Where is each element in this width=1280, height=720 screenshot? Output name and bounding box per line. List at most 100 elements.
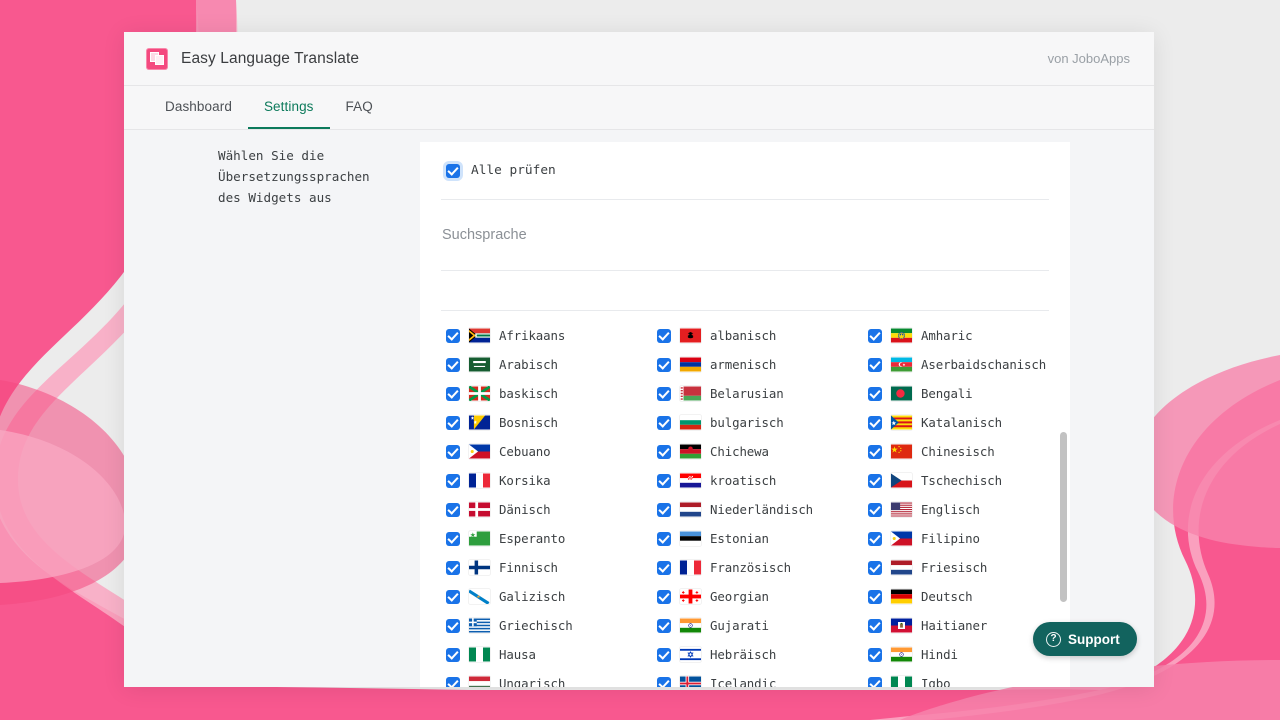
language-checkbox[interactable] <box>657 386 671 401</box>
language-item[interactable]: Friesisch <box>868 553 1049 582</box>
search-row[interactable] <box>441 200 1049 270</box>
language-item[interactable]: Arabisch <box>446 350 657 379</box>
language-checkbox[interactable] <box>657 444 671 459</box>
language-item[interactable]: Icelandic <box>657 669 868 687</box>
language-label: Englisch <box>921 502 980 517</box>
language-checkbox[interactable] <box>446 473 460 488</box>
language-checkbox[interactable] <box>868 473 882 488</box>
language-item[interactable]: Amharic <box>868 321 1049 350</box>
tab-settings[interactable]: Settings <box>247 86 330 129</box>
language-checkbox[interactable] <box>657 676 671 687</box>
search-language-input[interactable] <box>442 227 1049 243</box>
language-item[interactable]: albanisch <box>657 321 868 350</box>
scrollbar-thumb[interactable] <box>1060 432 1067 602</box>
language-checkbox[interactable] <box>657 589 671 604</box>
language-item[interactable]: Igbo <box>868 669 1049 687</box>
language-checkbox[interactable] <box>657 328 671 343</box>
language-checkbox[interactable] <box>657 531 671 546</box>
language-item[interactable]: Gujarati <box>657 611 868 640</box>
language-checkbox[interactable] <box>446 386 460 401</box>
language-checkbox[interactable] <box>446 618 460 633</box>
language-checkbox[interactable] <box>446 415 460 430</box>
language-checkbox[interactable] <box>446 589 460 604</box>
language-checkbox[interactable] <box>446 647 460 662</box>
language-checkbox[interactable] <box>446 357 460 372</box>
language-checkbox[interactable] <box>868 676 882 687</box>
language-checkbox[interactable] <box>657 357 671 372</box>
language-checkbox[interactable] <box>868 618 882 633</box>
language-checkbox[interactable] <box>868 647 882 662</box>
language-checkbox[interactable] <box>868 502 882 517</box>
language-item[interactable]: Finnisch <box>446 553 657 582</box>
language-checkbox[interactable] <box>657 647 671 662</box>
language-item[interactable]: Cebuano <box>446 437 657 466</box>
language-item[interactable]: armenisch <box>657 350 868 379</box>
language-item[interactable]: Esperanto <box>446 524 657 553</box>
language-checkbox[interactable] <box>446 502 460 517</box>
check-all-row[interactable]: Alle prüfen <box>441 142 1049 199</box>
flag-icon <box>469 386 490 401</box>
language-checkbox[interactable] <box>446 444 460 459</box>
language-item[interactable]: Bosnisch <box>446 408 657 437</box>
language-checkbox[interactable] <box>868 415 882 430</box>
tab-faq[interactable]: FAQ <box>330 86 389 129</box>
language-item[interactable]: Georgian <box>657 582 868 611</box>
app-header: Easy Language Translate von JoboApps <box>124 32 1154 86</box>
language-item[interactable]: kroatisch <box>657 466 868 495</box>
language-label: Cebuano <box>499 444 551 459</box>
language-item[interactable]: Afrikaans <box>446 321 657 350</box>
language-checkbox[interactable] <box>446 328 460 343</box>
language-checkbox[interactable] <box>868 328 882 343</box>
check-all-checkbox[interactable] <box>446 163 460 178</box>
language-item[interactable]: Französisch <box>657 553 868 582</box>
language-checkbox[interactable] <box>868 589 882 604</box>
language-item[interactable]: Galizisch <box>446 582 657 611</box>
language-checkbox[interactable] <box>657 502 671 517</box>
flag-icon <box>680 531 701 546</box>
language-checkbox[interactable] <box>868 386 882 401</box>
language-checkbox[interactable] <box>446 676 460 687</box>
scrollbar-track[interactable] <box>1057 142 1070 687</box>
language-item[interactable]: Hebräisch <box>657 640 868 669</box>
language-checkbox[interactable] <box>446 560 460 575</box>
language-checkbox[interactable] <box>868 444 882 459</box>
tab-dashboard[interactable]: Dashboard <box>146 86 248 129</box>
language-selection-card: Alle prüfen Afrikaans albanisch Amharic Ara… <box>420 142 1070 687</box>
language-item[interactable]: baskisch <box>446 379 657 408</box>
language-item[interactable]: Griechisch <box>446 611 657 640</box>
language-item[interactable]: Tschechisch <box>868 466 1049 495</box>
language-checkbox[interactable] <box>446 531 460 546</box>
language-label: Finnisch <box>499 560 558 575</box>
language-item[interactable]: bulgarisch <box>657 408 868 437</box>
language-item[interactable]: Chinesisch <box>868 437 1049 466</box>
support-button-label: Support <box>1068 631 1120 647</box>
language-item[interactable]: Niederländisch <box>657 495 868 524</box>
language-checkbox[interactable] <box>657 415 671 430</box>
language-item[interactable]: Hausa <box>446 640 657 669</box>
language-label: Hebräisch <box>710 647 777 662</box>
language-checkbox[interactable] <box>657 618 671 633</box>
language-checkbox[interactable] <box>868 531 882 546</box>
language-item[interactable]: Englisch <box>868 495 1049 524</box>
language-item[interactable]: Chichewa <box>657 437 868 466</box>
language-item[interactable]: Haitianer <box>868 611 1049 640</box>
flag-icon <box>891 647 912 662</box>
language-item[interactable]: Korsika <box>446 466 657 495</box>
tab-bar: Dashboard Settings FAQ <box>124 86 1154 130</box>
language-checkbox[interactable] <box>657 560 671 575</box>
language-item[interactable]: Katalanisch <box>868 408 1049 437</box>
language-item[interactable]: Dänisch <box>446 495 657 524</box>
language-item[interactable]: Ungarisch <box>446 669 657 687</box>
support-button[interactable]: ? Support <box>1033 622 1137 656</box>
language-checkbox[interactable] <box>657 473 671 488</box>
language-checkbox[interactable] <box>868 357 882 372</box>
language-item[interactable]: Bengali <box>868 379 1049 408</box>
language-item[interactable]: Estonian <box>657 524 868 553</box>
language-item[interactable]: Hindi <box>868 640 1049 669</box>
flag-icon <box>891 531 912 546</box>
language-item[interactable]: Filipino <box>868 524 1049 553</box>
language-item[interactable]: Belarusian <box>657 379 868 408</box>
language-checkbox[interactable] <box>868 560 882 575</box>
language-item[interactable]: Aserbaidschanisch <box>868 350 1049 379</box>
language-item[interactable]: Deutsch <box>868 582 1049 611</box>
